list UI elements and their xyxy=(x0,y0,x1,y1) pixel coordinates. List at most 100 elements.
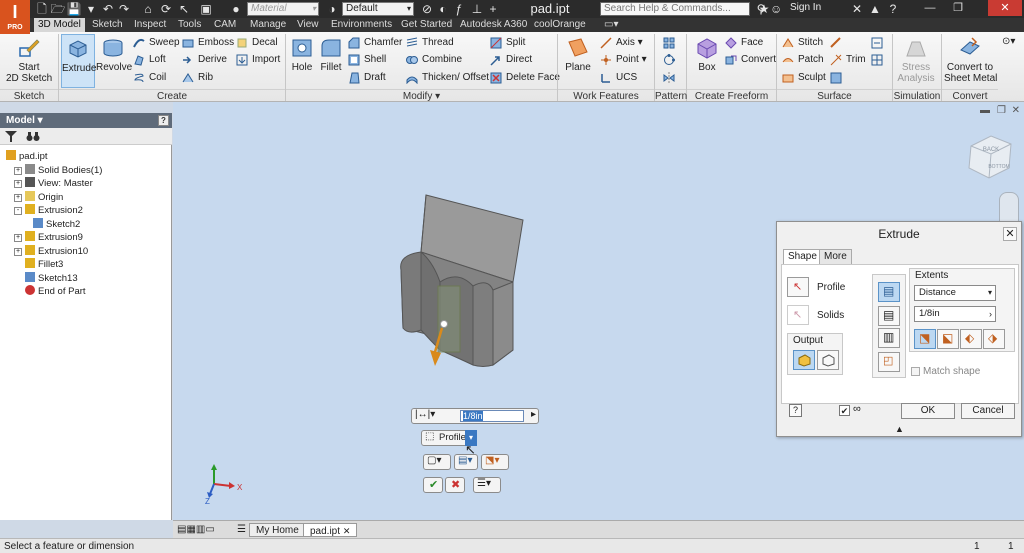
direct-button[interactable]: Direct xyxy=(490,53,532,67)
mini-cancel-button[interactable]: ✖ xyxy=(445,477,465,493)
tab-overflow-icon[interactable]: ▭▾ xyxy=(600,18,622,32)
ucs-button[interactable]: UCS xyxy=(600,71,637,85)
user-icon[interactable]: ☺ xyxy=(770,2,782,16)
tree-item[interactable]: + Solid Bodies(1) xyxy=(14,163,102,177)
open-icon[interactable]: 🗁 xyxy=(50,2,66,16)
chevron-right-icon[interactable]: ▸ xyxy=(531,409,536,420)
preview-checkbox[interactable]: ✔ xyxy=(839,405,850,416)
shell-button[interactable]: Shell xyxy=(348,53,386,67)
tree-item[interactable]: + Extrusion10 xyxy=(14,244,88,258)
mini-distance-input[interactable]: 1/8in xyxy=(460,410,524,422)
tab-pad-ipt[interactable]: pad.ipt ✕ xyxy=(303,523,358,537)
tree-item[interactable]: Sketch2 xyxy=(22,217,80,231)
sphere-icon[interactable]: ● xyxy=(228,2,244,16)
solids-select-button[interactable]: ↖ xyxy=(787,305,809,325)
direction-default-button[interactable]: ⬔ xyxy=(914,329,936,349)
viewport-close-icon[interactable]: ✕ xyxy=(1012,105,1020,116)
stitch-button[interactable]: Stitch xyxy=(782,36,823,50)
material-combo[interactable]: Material ▾ xyxy=(247,2,319,16)
sweep-button[interactable]: Sweep xyxy=(133,36,180,50)
tile-layout-icons[interactable]: ▤▦▥▭ xyxy=(177,524,215,535)
coil-button[interactable]: Coil xyxy=(133,71,166,85)
part-model[interactable] xyxy=(388,190,538,375)
ok-button[interactable]: OK xyxy=(901,403,955,419)
plane-button[interactable]: Plane xyxy=(562,34,594,88)
close-icon[interactable]: ✕ xyxy=(343,526,351,536)
tab-autodesk-a360[interactable]: Autodesk A360 xyxy=(456,18,531,32)
appearance-combo[interactable]: Default ▾ xyxy=(342,2,414,16)
direction-asymmetric-button[interactable]: ⬗ xyxy=(983,329,1005,349)
intersect-button[interactable]: ▥ xyxy=(878,328,900,348)
part-cube-icon[interactable]: ▣ xyxy=(198,2,214,16)
tree-item[interactable]: Fillet3 xyxy=(14,258,63,271)
app-logo[interactable]: I PRO xyxy=(0,0,30,34)
face-button[interactable]: Face xyxy=(725,36,763,50)
tree-item[interactable]: pad.ipt xyxy=(6,150,48,163)
import-button[interactable]: Import xyxy=(236,53,280,67)
tree-item[interactable]: - Extrusion2 xyxy=(14,204,83,217)
tab-inspect[interactable]: Inspect xyxy=(130,18,170,32)
dialog-help-button[interactable]: ? xyxy=(789,404,802,417)
stress-analysis-button[interactable]: Stress Analysis xyxy=(896,34,936,88)
mini-direction-button[interactable]: ▤▾ xyxy=(454,454,478,470)
panel-title-modify[interactable]: Modify ▾ xyxy=(286,89,557,102)
join-button[interactable]: ▤ xyxy=(878,282,900,302)
maximize-icon[interactable]: ❐ xyxy=(946,0,970,16)
dropdown-icon[interactable]: ▾ xyxy=(84,2,98,16)
star-icon[interactable]: ★ xyxy=(757,2,771,16)
update-icon[interactable]: ⟳ xyxy=(158,2,174,16)
tree-item[interactable]: + View: Master xyxy=(14,177,93,190)
loft-button[interactable]: Loft xyxy=(133,53,166,67)
output-solid-button[interactable] xyxy=(793,350,815,370)
expand-icon[interactable]: + xyxy=(14,234,22,242)
browser-header[interactable]: Model ▾? xyxy=(0,113,172,128)
expand-dialog-icon[interactable]: ▲ xyxy=(895,424,904,434)
save-icon[interactable]: 💾 xyxy=(66,2,82,16)
undo-icon[interactable]: ↶ xyxy=(100,2,116,16)
select-icon[interactable]: ↖ xyxy=(176,2,192,16)
browser-help-button[interactable]: ? xyxy=(158,115,169,126)
tab-manage[interactable]: Manage xyxy=(246,18,290,32)
chamfer-button[interactable]: Chamfer xyxy=(348,36,402,50)
tab-my-home[interactable]: My Home xyxy=(249,523,306,537)
sculpt-button[interactable]: Sculpt xyxy=(782,71,826,85)
axis-button[interactable]: Axis ▾ xyxy=(600,36,643,50)
patch-button[interactable]: Patch xyxy=(782,53,824,67)
hole-button[interactable]: Hole xyxy=(288,34,316,88)
expand-icon[interactable]: + xyxy=(14,193,22,202)
derive-button[interactable]: Derive xyxy=(182,53,227,67)
mini-solid-button[interactable]: ▢▾ xyxy=(423,454,451,470)
direction-symmetric-button[interactable]: ⬖ xyxy=(960,329,982,349)
filter-icon[interactable] xyxy=(5,131,17,142)
new-solid-button[interactable]: ◰ xyxy=(878,352,900,372)
sign-in-link[interactable]: Sign In xyxy=(790,2,821,13)
adjust-icon[interactable]: ◐ xyxy=(436,2,450,16)
direction-flipped-button[interactable]: ⬕ xyxy=(937,329,959,349)
tab-more[interactable]: More xyxy=(819,249,852,264)
cancel-button[interactable]: Cancel xyxy=(961,403,1015,419)
tab-coolorange[interactable]: coolOrange xyxy=(530,18,590,32)
decal-button[interactable]: Decal xyxy=(236,36,278,50)
trim-button[interactable]: Trim xyxy=(830,53,866,67)
clear-appearance-icon[interactable]: ⊘ xyxy=(420,2,434,16)
tab-sketch[interactable]: Sketch xyxy=(88,18,127,32)
exchange-icon[interactable]: ✕ xyxy=(850,2,864,16)
appearance-icon[interactable]: ◑ xyxy=(324,2,340,16)
tab-view[interactable]: View xyxy=(293,18,323,32)
a360-icon[interactable]: ▲ xyxy=(868,2,882,16)
help-search-input[interactable]: Search Help & Commands... xyxy=(600,2,750,16)
mini-ok-button[interactable]: ✔ xyxy=(423,477,443,493)
tab-cam[interactable]: CAM xyxy=(210,18,240,32)
tab-shape[interactable]: Shape xyxy=(783,249,822,264)
thread-button[interactable]: Thread xyxy=(406,36,454,50)
distance-input[interactable]: 1/8in › xyxy=(914,306,996,322)
collapse-icon[interactable]: - xyxy=(14,207,22,215)
box-button[interactable]: Box xyxy=(692,34,722,88)
move-icon[interactable]: ⊥ xyxy=(470,2,484,16)
combine-button[interactable]: Combine xyxy=(406,53,462,67)
close-icon[interactable]: ✕ xyxy=(988,0,1022,16)
mini-options-button[interactable]: ☰▾ xyxy=(473,477,501,493)
draft-button[interactable]: Draft xyxy=(348,71,386,85)
viewport-minimize-icon[interactable]: ▬ xyxy=(980,105,990,116)
match-shape-checkbox[interactable] xyxy=(911,367,920,376)
